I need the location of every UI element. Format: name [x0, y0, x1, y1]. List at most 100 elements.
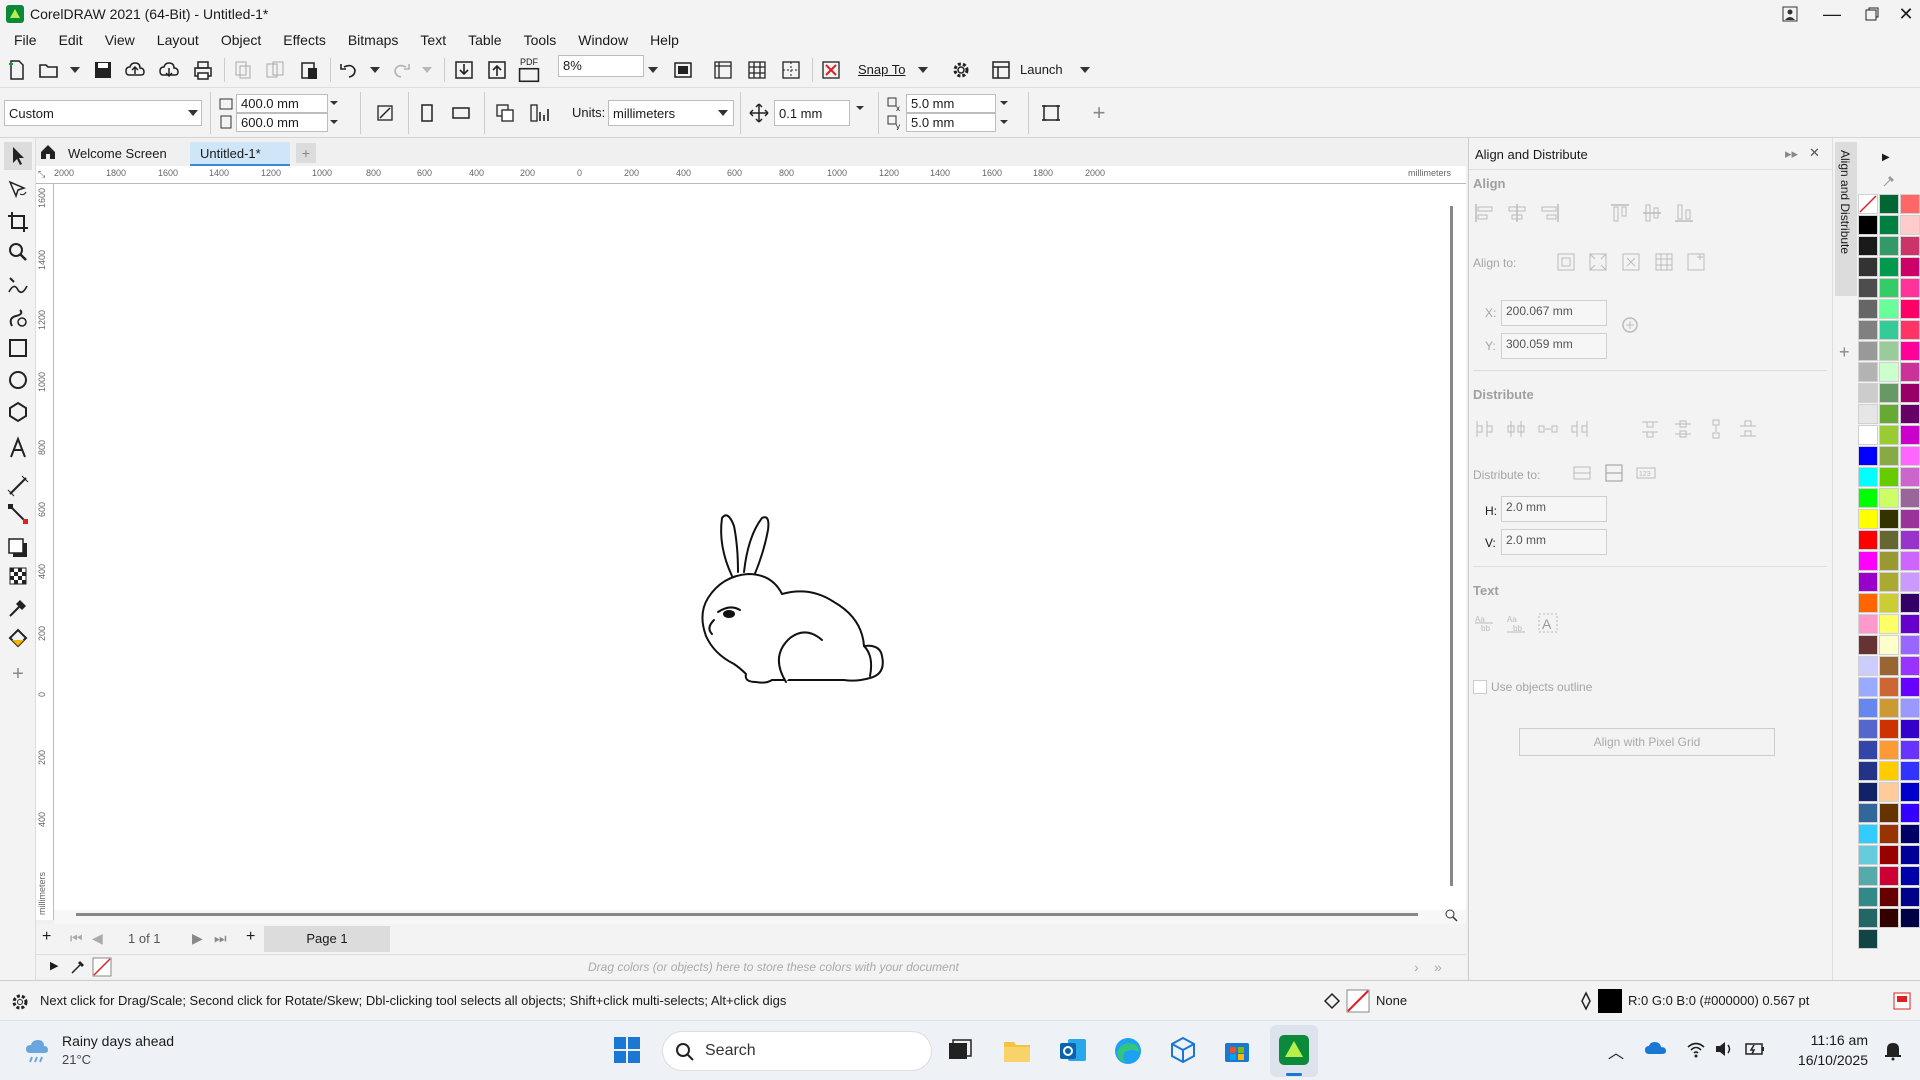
use-outline-checkbox[interactable] [1473, 680, 1487, 694]
crop-tool-icon[interactable] [4, 208, 32, 236]
palette-swatch[interactable] [1858, 614, 1878, 634]
palette-swatch[interactable] [1858, 551, 1878, 571]
fill-bucket-icon[interactable] [1322, 991, 1342, 1011]
notifications-bell-icon[interactable] [1882, 1039, 1904, 1061]
palette-swatch[interactable] [1858, 257, 1878, 277]
dup-y-spin-icon[interactable] [1000, 120, 1008, 124]
all-pages-size-icon[interactable] [372, 100, 398, 126]
launch-button[interactable]: Launch [1020, 62, 1063, 77]
align-bottom-icon[interactable] [1673, 202, 1695, 224]
palette-swatch[interactable] [1879, 446, 1899, 466]
landscape-icon[interactable] [448, 100, 474, 126]
redo-dropdown-icon[interactable] [422, 67, 432, 73]
palette-swatch[interactable] [1858, 845, 1878, 865]
palette-swatch[interactable] [1879, 719, 1899, 739]
drop-shadow-tool-icon[interactable] [4, 534, 32, 562]
align-left-icon[interactable] [1473, 202, 1495, 224]
palette-swatch[interactable] [1900, 425, 1920, 445]
fill-none-swatch-icon[interactable] [1346, 989, 1370, 1013]
palette-swatch[interactable] [1858, 572, 1878, 592]
units-dropdown-icon[interactable] [718, 110, 728, 116]
add-tool-icon[interactable]: + [4, 660, 32, 688]
palette-swatch[interactable] [1900, 194, 1920, 214]
palette-swatch[interactable] [1858, 929, 1878, 949]
close-icon[interactable]: ✕ [1886, 0, 1920, 28]
palette-swatch[interactable] [1900, 572, 1920, 592]
palette-swatch[interactable] [1879, 803, 1899, 823]
app-cube-icon[interactable] [1168, 1035, 1198, 1065]
align-to-point-icon[interactable] [1685, 251, 1707, 273]
height-spin-icon[interactable] [330, 120, 338, 124]
close-panel-icon[interactable]: ✕ [1809, 145, 1820, 161]
color-proofing-icon[interactable] [1892, 991, 1912, 1011]
coreldraw-taskbar-button[interactable] [1270, 1025, 1318, 1077]
wifi-icon[interactable] [1686, 1039, 1706, 1059]
palette-swatch[interactable] [1879, 677, 1899, 697]
transparency-tool-icon[interactable] [4, 562, 32, 590]
windows-start-icon[interactable] [612, 1035, 642, 1065]
cut-icon[interactable] [230, 57, 256, 83]
outlook-icon[interactable] [1058, 1035, 1088, 1065]
menu-view[interactable]: View [97, 32, 149, 48]
full-screen-preview-icon[interactable] [670, 57, 696, 83]
duplicate-y-field[interactable]: 5.0 mm [906, 113, 996, 132]
menu-bitmaps[interactable]: Bitmaps [340, 32, 413, 48]
palette-swatch[interactable] [1900, 782, 1920, 802]
palette-swatch[interactable] [1879, 488, 1899, 508]
outline-color-swatch[interactable] [1598, 989, 1622, 1013]
units-select[interactable]: millimeters [608, 100, 734, 126]
edge-browser-icon[interactable] [1112, 1035, 1144, 1067]
specify-point-icon[interactable] [1619, 314, 1641, 336]
volume-icon[interactable] [1714, 1039, 1734, 1059]
horizontal-ruler[interactable]: ⤡ 2000 1800 1600 1400 1200 1000 800 600 … [36, 166, 1466, 184]
palette-swatch[interactable] [1879, 614, 1899, 634]
palette-swatch[interactable] [1900, 320, 1920, 340]
palette-swatch[interactable] [1879, 278, 1899, 298]
palette-swatch[interactable] [1858, 761, 1878, 781]
palette-swatch[interactable] [1858, 425, 1878, 445]
palette-swatch[interactable] [1879, 761, 1899, 781]
palette-swatch[interactable] [1879, 299, 1899, 319]
parallel-dimension-tool-icon[interactable] [4, 472, 32, 500]
distribute-right-icon[interactable] [1569, 418, 1591, 440]
palette-swatch[interactable] [1879, 656, 1899, 676]
eyedropper-tool-icon[interactable] [4, 594, 32, 622]
undo-dropdown-icon[interactable] [370, 67, 380, 73]
rectangle-tool-icon[interactable] [4, 334, 32, 362]
palette-swatch[interactable] [1879, 824, 1899, 844]
pick-tool-icon[interactable] [4, 142, 32, 170]
add-page-after-icon[interactable]: + [246, 928, 255, 946]
zoom-level-field[interactable]: 8% [558, 55, 644, 77]
palette-swatch[interactable] [1879, 845, 1899, 865]
palette-swatch[interactable] [1858, 362, 1878, 382]
distribute-spacing-h-icon[interactable] [1537, 418, 1559, 440]
file-explorer-icon[interactable] [1002, 1037, 1032, 1065]
menu-file[interactable]: File [6, 32, 51, 48]
new-document-icon[interactable] [4, 57, 30, 83]
palette-swatch[interactable] [1900, 362, 1920, 382]
connector-tool-icon[interactable] [4, 500, 32, 528]
page-preset-dropdown-icon[interactable] [188, 110, 198, 116]
print-icon[interactable] [190, 57, 216, 83]
palette-swatch[interactable] [1858, 908, 1878, 928]
palette-swatch[interactable] [1879, 341, 1899, 361]
palette-swatch[interactable] [1900, 509, 1920, 529]
ruler-corner-icon[interactable]: ⤡ [38, 169, 45, 180]
palette-swatch[interactable] [1879, 782, 1899, 802]
export-icon[interactable] [484, 57, 510, 83]
publish-pdf-icon[interactable]: PDF [516, 57, 542, 83]
show-grid-icon[interactable] [744, 57, 770, 83]
show-rulers-icon[interactable] [710, 57, 736, 83]
palette-swatch[interactable] [1879, 425, 1899, 445]
zoom-dropdown-icon[interactable] [648, 67, 658, 73]
horizontal-scrollbar[interactable] [54, 909, 1466, 924]
palette-swatch[interactable] [1900, 698, 1920, 718]
microsoft-store-icon[interactable] [1222, 1035, 1252, 1065]
align-center-vertical-icon[interactable] [1641, 202, 1663, 224]
clock-date[interactable]: 16/10/2025 [1786, 1052, 1868, 1068]
distribute-middle-icon[interactable] [1672, 418, 1694, 440]
page-height-field[interactable]: 600.0 mm [236, 113, 328, 132]
palette-swatches[interactable] [1858, 194, 1920, 974]
scroll-end-icon[interactable]: » [1434, 959, 1442, 975]
page-1-tab[interactable]: Page 1 [264, 926, 390, 952]
